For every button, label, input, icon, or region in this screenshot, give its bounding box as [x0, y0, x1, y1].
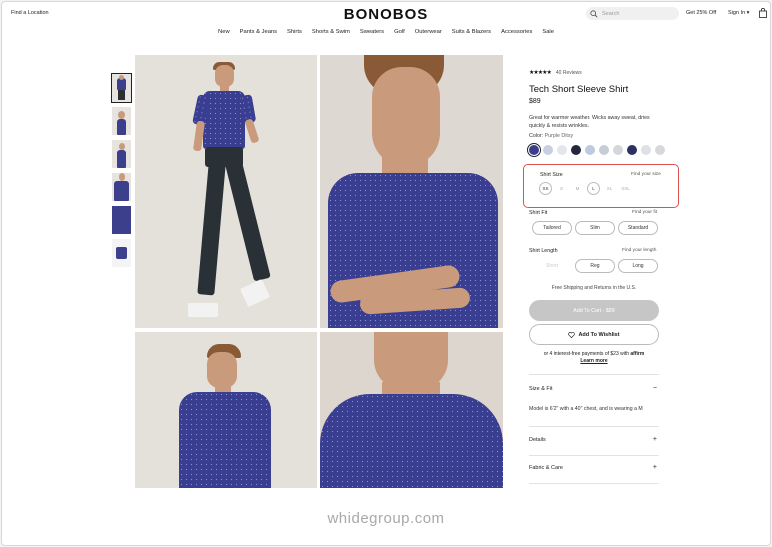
length-option-reg[interactable]: Reg: [575, 259, 615, 273]
swatch-4[interactable]: [571, 145, 581, 155]
plus-icon: +: [652, 436, 657, 443]
color-label: Color:: [529, 133, 544, 139]
search-input[interactable]: Search: [602, 11, 619, 17]
swatch-9[interactable]: [641, 145, 651, 155]
shirt-fit-label: Shirt Fit: [529, 210, 548, 216]
shirt-size-label: Shirt Size: [540, 172, 563, 178]
main-nav: New Pants & Jeans Shirts Shorts & Swim S…: [2, 29, 770, 35]
product-price: $89: [529, 98, 541, 105]
heart-icon: [568, 331, 576, 338]
affirm-financing: or 4 interest-free payments of $23 with …: [529, 351, 659, 365]
shirt-length-label: Shirt Length: [529, 248, 558, 254]
swatch-10[interactable]: [655, 145, 665, 155]
nav-item-pants-jeans[interactable]: Pants & Jeans: [240, 29, 277, 35]
divider: [529, 426, 659, 427]
product-photo-closeup[interactable]: [320, 332, 503, 488]
learn-more-link[interactable]: Learn more: [580, 358, 607, 364]
swatch-5[interactable]: [585, 145, 595, 155]
wishlist-label: Add To Wishlist: [578, 331, 620, 338]
size-options: XS S M L XL XXL: [539, 182, 632, 195]
thumbnail-3[interactable]: [112, 140, 131, 168]
thumbnail-6[interactable]: [112, 239, 131, 267]
divider: [529, 483, 659, 484]
thumbnail-strip: [111, 73, 132, 272]
swatch-1[interactable]: [527, 143, 541, 157]
add-to-wishlist-button[interactable]: Add To Wishlist: [529, 324, 659, 345]
nav-item-accessories[interactable]: Accessories: [501, 29, 532, 35]
nav-item-outerwear[interactable]: Outerwear: [415, 29, 442, 35]
thumbnail-5[interactable]: [112, 206, 131, 234]
fit-option-tailored[interactable]: Tailored: [532, 221, 572, 235]
nav-item-shorts-swim[interactable]: Shorts & Swim: [312, 29, 350, 35]
find-fit-link[interactable]: Find your fit: [632, 210, 657, 215]
accordion-details-label: Details: [529, 437, 546, 443]
thumbnail-2[interactable]: [112, 107, 131, 135]
size-option-s[interactable]: S: [555, 182, 568, 195]
swatch-8[interactable]: [627, 145, 637, 155]
swatch-7[interactable]: [613, 145, 623, 155]
size-option-l[interactable]: L: [587, 182, 600, 195]
product-photo-portrait[interactable]: [320, 55, 503, 328]
color-label-row: Color: Purple Ditsy: [529, 133, 573, 139]
divider: [529, 374, 659, 375]
top-bar: Find a Location BONOBOS Search Get 25% O…: [2, 2, 770, 26]
model-info: Model is 6'2" with a 40" chest, and is w…: [529, 406, 643, 412]
length-option-short[interactable]: Short: [532, 259, 572, 273]
nav-item-sweaters[interactable]: Sweaters: [360, 29, 384, 35]
color-swatches: [527, 143, 665, 157]
size-option-xxl[interactable]: XXL: [619, 182, 632, 195]
minus-icon: −: [652, 385, 657, 392]
shopping-bag-icon[interactable]: [759, 8, 767, 18]
product-photo-full-body[interactable]: [135, 55, 317, 328]
find-size-link[interactable]: Find your size: [631, 172, 661, 177]
watermark: whidegroup.com: [327, 510, 445, 527]
accordion-size-fit-label: Size & Fit: [529, 386, 553, 392]
swatch-3[interactable]: [557, 145, 567, 155]
add-to-cart-button[interactable]: Add To Cart - $89: [529, 300, 659, 321]
nav-item-shirts[interactable]: Shirts: [287, 29, 302, 35]
nav-item-suits-blazers[interactable]: Suits & Blazers: [452, 29, 491, 35]
accordion-details[interactable]: Details +: [529, 436, 659, 443]
thumbnail-1[interactable]: [111, 73, 132, 103]
length-options: Short Reg Long: [532, 259, 658, 273]
length-option-long[interactable]: Long: [618, 259, 658, 273]
browser-frame: Find a Location BONOBOS Search Get 25% O…: [1, 1, 771, 546]
reviews-link[interactable]: 40 Reviews: [556, 70, 582, 76]
size-option-xl[interactable]: XL: [603, 182, 616, 195]
product-description: Great for warmer weather. Wicks away swe…: [529, 115, 650, 129]
accordion-fabric-label: Fabric & Care: [529, 465, 563, 471]
accordion-fabric-care[interactable]: Fabric & Care +: [529, 464, 659, 471]
affirm-text: or 4 interest-free payments of $23 with: [543, 351, 630, 357]
size-option-xs[interactable]: XS: [539, 182, 552, 195]
rating-stars: ★★★★★: [529, 70, 552, 76]
affirm-logo: affirm: [630, 351, 645, 357]
size-option-m[interactable]: M: [571, 182, 584, 195]
search-icon: [590, 9, 598, 17]
swatch-2[interactable]: [543, 145, 553, 155]
find-length-link[interactable]: Find your length: [622, 248, 656, 253]
nav-item-golf[interactable]: Golf: [394, 29, 405, 35]
promo-link[interactable]: Get 25% Off: [686, 10, 716, 16]
search-bar[interactable]: Search: [586, 7, 679, 20]
fit-option-standard[interactable]: Standard: [618, 221, 658, 235]
product-photo-side[interactable]: [135, 332, 317, 488]
accordion-size-fit[interactable]: Size & Fit −: [529, 385, 659, 392]
nav-item-sale[interactable]: Sale: [542, 29, 554, 35]
sign-in-link[interactable]: Sign In ▾: [728, 10, 749, 16]
shipping-note: Free Shipping and Returns in the U.S.: [551, 285, 637, 291]
divider: [529, 455, 659, 456]
product-title: Tech Short Sleeve Shirt: [529, 84, 629, 95]
nav-item-new[interactable]: New: [218, 29, 230, 35]
rating[interactable]: ★★★★★ 40 Reviews: [529, 69, 582, 77]
color-value: Purple Ditsy: [544, 133, 574, 139]
plus-icon: +: [652, 464, 657, 471]
swatch-6[interactable]: [599, 145, 609, 155]
thumbnail-4[interactable]: [112, 173, 131, 201]
fit-option-slim[interactable]: Slim: [575, 221, 615, 235]
fit-options: Tailored Slim Standard: [532, 221, 658, 235]
